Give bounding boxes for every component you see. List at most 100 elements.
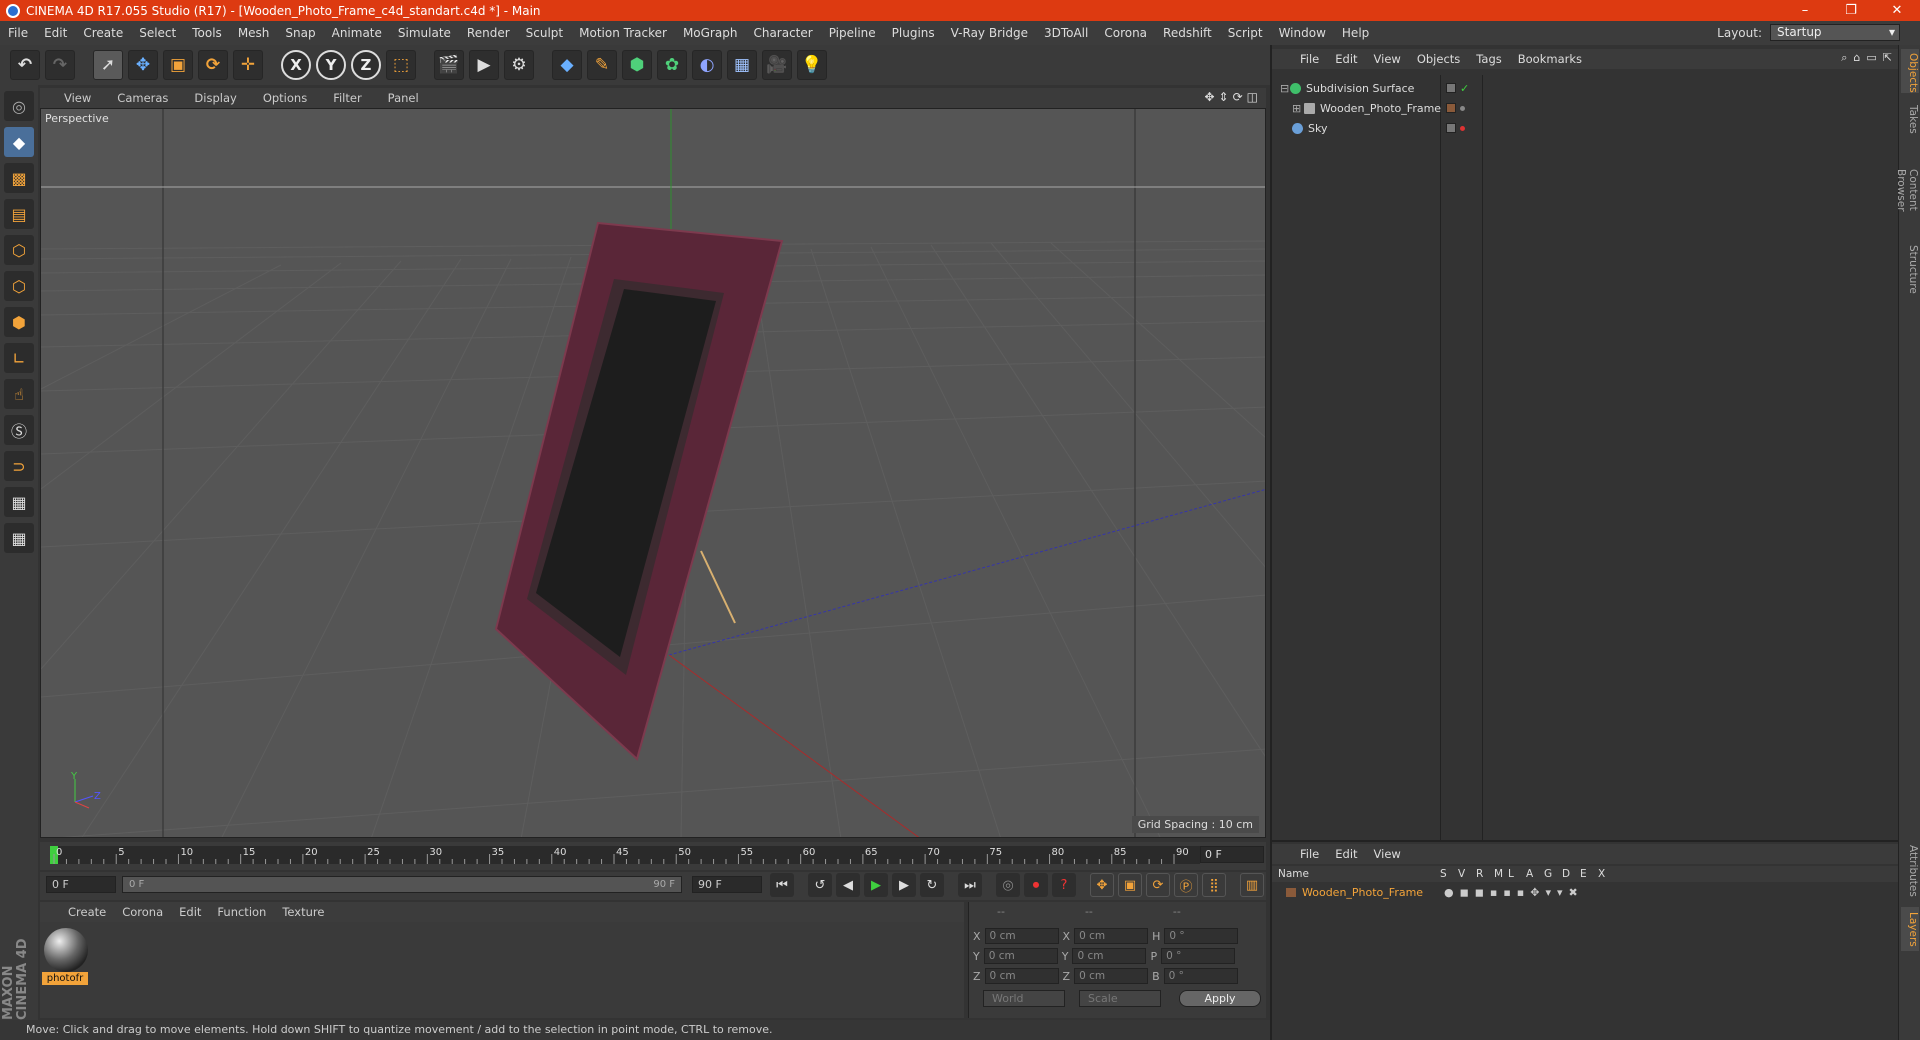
workplane-lock-icon[interactable]: ▦ <box>4 487 34 517</box>
menu-snap[interactable]: Snap <box>277 26 323 40</box>
start-frame-field[interactable]: 0 F <box>46 876 116 893</box>
mat-menu-create[interactable]: Create <box>60 905 114 919</box>
transform-icon[interactable]: ✛ <box>233 50 263 80</box>
coord-mode-dropdown[interactable]: World <box>983 990 1065 1007</box>
tab-attributes[interactable]: Attributes <box>1901 841 1919 901</box>
material-name[interactable]: photofr <box>42 972 88 985</box>
render-picture-viewer-icon[interactable]: ▶ <box>469 50 499 80</box>
menu-window[interactable]: Window <box>1271 26 1334 40</box>
menu-edit[interactable]: Edit <box>36 26 75 40</box>
vp-menu-cameras[interactable]: Cameras <box>103 91 180 105</box>
pan-icon[interactable]: ✥ <box>1204 90 1214 104</box>
visibility-dot[interactable] <box>1460 105 1465 111</box>
object-row-sky[interactable]: Sky <box>1272 119 1898 137</box>
menu-mograph[interactable]: MoGraph <box>675 26 746 40</box>
size-y-field[interactable]: 0 cm <box>1072 948 1147 964</box>
position-z-field[interactable]: 0 cm <box>984 968 1059 984</box>
workplane-icon[interactable]: ▤ <box>4 199 34 229</box>
key-rotation-icon[interactable]: ⟳ <box>1146 873 1170 897</box>
magnet-icon[interactable]: ⊃ <box>4 451 34 481</box>
menu-plugins[interactable]: Plugins <box>884 26 943 40</box>
current-frame-field[interactable]: 0 F <box>1200 846 1264 863</box>
vp-menu-panel[interactable]: Panel <box>374 91 431 105</box>
rotation-b-field[interactable]: 0 ° <box>1163 968 1238 984</box>
undo-icon[interactable]: ↶ <box>10 50 40 80</box>
new-window-icon[interactable]: ▭ <box>1866 51 1876 65</box>
key-param-icon[interactable]: Ⓟ <box>1174 873 1198 897</box>
go-to-end-icon[interactable]: ⏭ <box>958 873 982 897</box>
coordinate-system-icon[interactable]: ⬚ <box>386 50 416 80</box>
size-z-field[interactable]: 0 cm <box>1074 968 1149 984</box>
vp-menu-options[interactable]: Options <box>249 91 319 105</box>
enabled-check-icon[interactable]: ✓ <box>1460 82 1469 95</box>
redo-icon[interactable]: ↷ <box>45 50 75 80</box>
obj-menu-edit[interactable]: Edit <box>1327 52 1365 66</box>
prev-key-icon[interactable]: ↺ <box>808 873 832 897</box>
next-frame-icon[interactable]: ▶ <box>892 873 916 897</box>
pen-spline-icon[interactable]: ✎ <box>587 50 617 80</box>
subdivision-icon[interactable]: ⬢ <box>622 50 652 80</box>
y-axis-lock[interactable]: Y <box>316 50 346 80</box>
menu-3dtoall[interactable]: 3DToAll <box>1036 26 1096 40</box>
position-x-field[interactable]: 0 cm <box>984 928 1059 944</box>
layer-menu-edit[interactable]: Edit <box>1327 847 1365 861</box>
object-row-subdivision[interactable]: ⊟ Subdivision Surface ✓ <box>1272 79 1898 97</box>
z-axis-lock[interactable]: Z <box>351 50 381 80</box>
play-icon[interactable]: ▶ <box>864 873 888 897</box>
rotate-icon[interactable]: ⟳ <box>198 50 228 80</box>
select-icon[interactable]: ➚ <box>93 50 123 80</box>
cloner-icon[interactable]: ✿ <box>657 50 687 80</box>
menu-tools[interactable]: Tools <box>184 26 230 40</box>
tab-structure[interactable]: Structure <box>1901 241 1919 297</box>
render-settings-icon[interactable]: ⚙ <box>504 50 534 80</box>
vp-menu-display[interactable]: Display <box>180 91 248 105</box>
apply-button[interactable]: Apply <box>1179 990 1261 1007</box>
mat-menu-corona[interactable]: Corona <box>114 905 171 919</box>
polygons-mode-icon[interactable]: ⬢ <box>4 307 34 337</box>
motion-record-icon[interactable]: ◎ <box>996 873 1020 897</box>
model-mode-icon[interactable]: ◆ <box>4 127 34 157</box>
camera-icon[interactable]: 🎥 <box>762 50 792 80</box>
menu-file[interactable]: File <box>0 26 36 40</box>
mat-menu-function[interactable]: Function <box>209 905 274 919</box>
menu-render[interactable]: Render <box>459 26 518 40</box>
position-y-field[interactable]: 0 cm <box>983 948 1058 964</box>
deformer-icon[interactable]: ◐ <box>692 50 722 80</box>
zoom-icon[interactable]: ⇕ <box>1219 90 1229 104</box>
maximize-button[interactable]: ❐ <box>1828 0 1874 21</box>
timeline-window-icon[interactable]: ▥ <box>1240 873 1264 897</box>
menu-redshift[interactable]: Redshift <box>1155 26 1220 40</box>
obj-menu-file[interactable]: File <box>1292 52 1327 66</box>
layer-menu-file[interactable]: File <box>1292 847 1327 861</box>
light-icon[interactable]: 💡 <box>797 50 827 80</box>
layer-name[interactable]: Wooden_Photo_Frame <box>1296 886 1444 899</box>
tab-layers[interactable]: Layers <box>1901 907 1919 951</box>
object-name[interactable]: Subdivision Surface <box>1306 82 1414 95</box>
mat-menu-edit[interactable]: Edit <box>171 905 209 919</box>
menu-animate[interactable]: Animate <box>324 26 390 40</box>
texture-mode-icon[interactable]: ▩ <box>4 163 34 193</box>
obj-menu-tags[interactable]: Tags <box>1468 52 1509 66</box>
obj-menu-view[interactable]: View <box>1366 52 1409 66</box>
prev-frame-icon[interactable]: ◀ <box>836 873 860 897</box>
minimize-button[interactable]: – <box>1782 0 1828 21</box>
menu-mesh[interactable]: Mesh <box>230 26 278 40</box>
edges-mode-icon[interactable]: ⬡ <box>4 271 34 301</box>
object-name[interactable]: Wooden_Photo_Frame <box>1320 102 1441 115</box>
rotation-p-field[interactable]: 0 ° <box>1161 948 1236 964</box>
menu-help[interactable]: Help <box>1334 26 1377 40</box>
coord-transform-dropdown[interactable]: Scale <box>1079 990 1161 1007</box>
collapse-icon[interactable]: ⊟ <box>1280 82 1290 95</box>
timeline-ruler[interactable]: 0 5 10 15 20 25 30 35 40 45 50 55 60 65 70 75 80 85 90 <box>40 842 1266 870</box>
next-key-icon[interactable]: ↻ <box>920 873 944 897</box>
search-icon[interactable]: ⌕ <box>1841 51 1847 65</box>
maximize-view-icon[interactable]: ◫ <box>1247 90 1258 104</box>
layout-dropdown[interactable]: Startup <box>1770 24 1900 41</box>
obj-menu-objects[interactable]: Objects <box>1409 52 1468 66</box>
close-button[interactable]: ✕ <box>1874 0 1920 21</box>
menu-sculpt[interactable]: Sculpt <box>518 26 571 40</box>
menu-select[interactable]: Select <box>131 26 184 40</box>
snap-icon[interactable]: Ⓢ <box>4 415 34 445</box>
autokey-icon[interactable]: ? <box>1052 873 1076 897</box>
object-row-frame[interactable]: ⊞ Wooden_Photo_Frame <box>1272 99 1898 117</box>
